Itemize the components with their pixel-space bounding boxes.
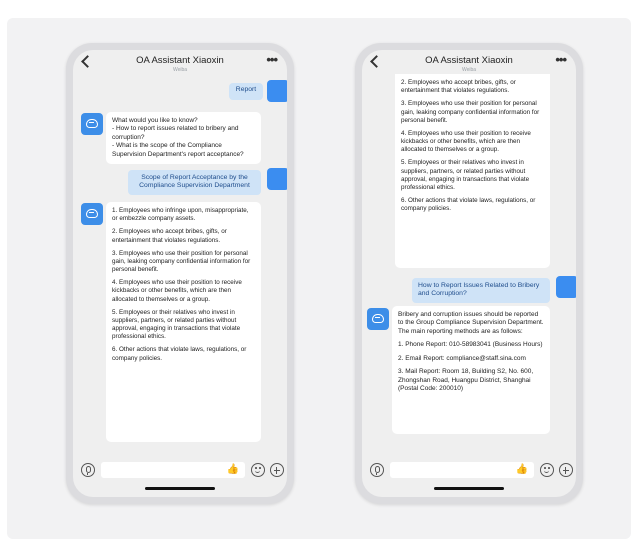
back-arrow-icon[interactable] — [81, 55, 94, 68]
list-item: 2. Employees who accept bribes, gifts, o… — [401, 79, 516, 95]
chat-subtitle: Weiba — [461, 67, 477, 73]
thumbs-up-icon[interactable]: 👍 — [516, 464, 528, 476]
user-message-bubble: How to Report Issues Related to Bribery … — [412, 278, 550, 303]
chat-title: OA Assistant Xiaoxin — [136, 55, 224, 66]
chat-title: OA Assistant Xiaoxin — [425, 55, 513, 66]
robot-icon — [86, 209, 98, 218]
user-message-bubble: Report — [229, 83, 263, 100]
bot-message-bubble: 2. Employees who accept bribes, gifts, o… — [395, 74, 550, 268]
bot-paragraph: Bribery and corruption issues should be … — [398, 311, 544, 335]
list-item: 3. Employees who use their position for … — [112, 249, 251, 274]
home-indicator — [145, 487, 215, 490]
emoji-icon[interactable] — [540, 463, 554, 477]
contact-mail: 3. Mail Report: Room 18, Building S2, No… — [398, 368, 534, 393]
contact-phone[interactable]: 1. Phone Report: 010-58983041 (Business … — [398, 341, 544, 349]
input-bar: 👍 — [73, 457, 287, 497]
user-avatar — [267, 168, 287, 190]
user-message-text: Scope of Report Acceptance by the Compli… — [139, 174, 250, 190]
add-icon[interactable] — [270, 463, 284, 477]
list-item: 1. Employees who infringe upon, misappro… — [112, 207, 249, 223]
add-icon[interactable] — [559, 463, 573, 477]
bot-avatar — [367, 308, 389, 330]
robot-icon — [86, 119, 98, 128]
more-options-icon[interactable]: ••• — [555, 53, 567, 66]
bot-message-bubble: What would you like to know? - How to re… — [106, 112, 261, 165]
bot-avatar — [81, 203, 103, 225]
chat-header: OA Assistant Xiaoxin Weiba ••• — [73, 50, 287, 80]
list-item: 6. Other actions that violate laws, regu… — [401, 197, 536, 213]
bot-message-bubble: Bribery and corruption issues should be … — [392, 306, 550, 434]
bot-option-link[interactable]: - How to report issues related to briber… — [112, 125, 255, 142]
list-item: 6. Other actions that violate laws, regu… — [112, 346, 247, 362]
robot-icon — [372, 314, 384, 323]
chat-subtitle: Weiba — [172, 67, 188, 73]
list-item: 2. Employees who accept bribes, gifts, o… — [112, 228, 227, 244]
more-options-icon[interactable]: ••• — [266, 53, 278, 66]
thumbs-up-icon[interactable]: 👍 — [227, 464, 239, 476]
voice-input-icon[interactable] — [81, 463, 95, 477]
user-message-text: Report — [235, 86, 257, 93]
bot-line: What would you like to know? — [112, 117, 198, 124]
bot-avatar — [81, 113, 103, 135]
phone-frame-left: OA Assistant Xiaoxin Weiba ••• Report Wh… — [66, 43, 294, 504]
list-item: 4. Employees who use their position to r… — [401, 129, 531, 154]
list-item: 4. Employees who use their position to r… — [112, 279, 242, 303]
bot-message-bubble: 1. Employees who infringe upon, misappro… — [106, 202, 261, 442]
emoji-icon[interactable] — [251, 463, 265, 477]
chat-screen-left: OA Assistant Xiaoxin Weiba ••• Report Wh… — [73, 50, 287, 497]
home-indicator — [434, 487, 504, 490]
user-avatar — [556, 276, 576, 298]
input-bar: 👍 — [362, 457, 576, 497]
list-item: 5. Employees or their relatives who inve… — [112, 308, 241, 341]
user-message-bubble: Scope of Report Acceptance by the Compli… — [128, 170, 261, 195]
user-message-text: How to Report Issues Related to Bribery … — [418, 282, 540, 298]
list-item: 5. Employees or their relatives who inve… — [401, 159, 530, 191]
user-avatar — [267, 80, 287, 102]
phone-frame-right: OA Assistant Xiaoxin Weiba ••• 2. Employ… — [355, 43, 583, 504]
chat-screen-right: OA Assistant Xiaoxin Weiba ••• 2. Employ… — [362, 50, 576, 497]
back-arrow-icon[interactable] — [370, 55, 383, 68]
contact-email[interactable]: 2. Email Report: compliance@staff.sina.c… — [398, 355, 544, 363]
voice-input-icon[interactable] — [370, 463, 384, 477]
message-input[interactable]: 👍 — [390, 462, 534, 478]
message-input[interactable]: 👍 — [101, 462, 245, 478]
list-item: 3. Employees who use their position for … — [401, 100, 540, 124]
bot-option-link[interactable]: - What is the scope of the Compliance Su… — [112, 142, 255, 159]
